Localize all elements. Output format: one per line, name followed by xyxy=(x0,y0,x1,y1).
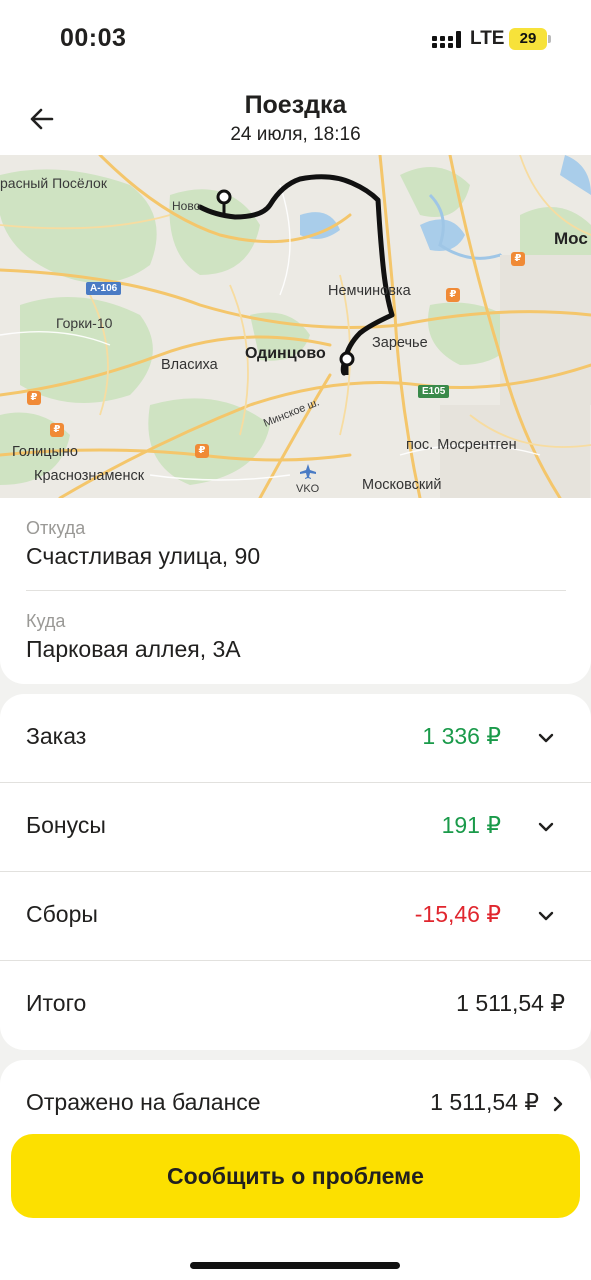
network-label: LTE xyxy=(470,28,505,49)
bonuses-label: Бонусы xyxy=(26,812,106,838)
status-bar: 00:03 LTE 29 xyxy=(0,0,591,78)
order-amount: 1 336 ₽ xyxy=(422,723,501,749)
map-label: Горки-10 xyxy=(56,315,113,331)
total-amount: 1 511,54 ₽ xyxy=(456,990,565,1016)
map-label: Мос xyxy=(554,229,588,248)
map-label: пос. Мосрентген xyxy=(406,437,517,453)
to-caption: Куда xyxy=(26,611,66,631)
home-indicator[interactable] xyxy=(190,1262,400,1269)
bonuses-amount: 191 ₽ xyxy=(441,812,501,838)
map-label: Одинцово xyxy=(245,345,326,362)
to-address: Парковая аллея, 3А xyxy=(26,636,241,662)
chevron-right-icon xyxy=(553,1096,563,1112)
battery-icon: 29 xyxy=(509,28,551,50)
chevron-down-icon xyxy=(538,822,554,832)
fees-row[interactable]: Сборы -15,46 ₽ xyxy=(0,872,591,961)
bonuses-row[interactable]: Бонусы 191 ₽ xyxy=(0,783,591,872)
total-label: Итого xyxy=(26,990,87,1016)
address-card: Откуда Счастливая улица, 90 Куда Паркова… xyxy=(0,498,591,684)
fees-amount: -15,46 ₽ xyxy=(414,901,501,927)
road-badge: А-106 xyxy=(86,282,122,295)
map-label: Немчиновка xyxy=(328,283,411,299)
chevron-down-icon xyxy=(538,911,554,921)
fuel-station-icon: ₽ xyxy=(27,391,41,405)
from-address: Счастливая улица, 90 xyxy=(26,543,261,569)
page-title: Поездка xyxy=(244,91,347,119)
signal-icon xyxy=(432,31,462,49)
map-label: Ново xyxy=(172,199,201,213)
page-subtitle: 24 июля, 18:16 xyxy=(230,124,361,145)
fuel-station-icon: ₽ xyxy=(195,444,209,458)
fees-label: Сборы xyxy=(26,901,98,927)
map-label: Краснознаменск xyxy=(34,468,145,484)
battery-level: 29 xyxy=(519,30,537,47)
map-label: Московский xyxy=(362,477,442,493)
fuel-station-icon: ₽ xyxy=(446,288,460,302)
balance-amount: 1 511,54 ₽ xyxy=(430,1089,539,1115)
map-label: расный Посёлок xyxy=(0,175,107,191)
balance-label: Отражено на балансе xyxy=(26,1089,261,1115)
order-label: Заказ xyxy=(26,723,87,749)
map-label: VKO xyxy=(296,483,320,495)
status-time: 00:03 xyxy=(60,24,127,52)
fuel-station-icon: ₽ xyxy=(511,252,525,266)
total-row: Итого 1 511,54 ₽ xyxy=(0,961,591,1050)
road-badge: E105 xyxy=(418,385,450,398)
payment-card: Заказ 1 336 ₽ Бонусы 191 ₽ Сборы -15,46 … xyxy=(0,694,591,1050)
map-label: Заречье xyxy=(372,335,428,351)
from-caption: Откуда xyxy=(26,518,86,538)
chevron-down-icon xyxy=(538,733,554,743)
map-label: Голицыно xyxy=(12,444,78,460)
order-row[interactable]: Заказ 1 336 ₽ xyxy=(0,694,591,783)
map-label: Власиха xyxy=(161,357,218,373)
header: Поездка 24 июля, 18:16 xyxy=(0,78,591,155)
divider xyxy=(26,590,566,591)
route-map[interactable]: расный Посёлок Ново А-106 Горки-10 Немчи… xyxy=(0,155,591,498)
fuel-station-icon: ₽ xyxy=(50,423,64,437)
bottom-action-area: Сообщить о проблеме xyxy=(0,1122,591,1280)
report-problem-button[interactable]: Сообщить о проблеме xyxy=(11,1134,580,1218)
